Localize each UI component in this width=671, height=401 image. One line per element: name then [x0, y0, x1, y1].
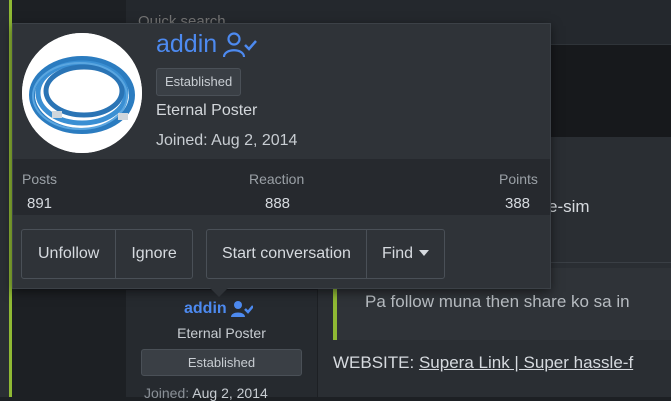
- stat-label-points: Points: [499, 171, 538, 187]
- stats-row: Posts 891 Reaction 888 Points 388: [13, 159, 550, 215]
- sidebar-username-text[interactable]: addin: [184, 300, 227, 318]
- left-edge: [0, 0, 12, 397]
- user-check-icon: [223, 31, 258, 57]
- sidebar-joined-date: Aug 2, 2014: [192, 385, 268, 401]
- tooltip-arrow: [209, 287, 229, 297]
- sidebar-user-badge: Established: [141, 349, 302, 376]
- stat-value-posts[interactable]: 891: [27, 195, 52, 212]
- member-tooltip: addin Established Eternal Poster Joined:…: [12, 23, 551, 289]
- popup-username[interactable]: addin: [156, 30, 258, 59]
- user-check-icon: [230, 301, 253, 317]
- ignore-button[interactable]: Ignore: [116, 230, 191, 278]
- website-link[interactable]: Supera Link | Super hassle-f: [419, 353, 633, 372]
- post-text-fragment: e-sim: [548, 197, 590, 216]
- find-button[interactable]: Find: [367, 230, 444, 278]
- popup-badge: Established: [156, 68, 242, 96]
- cable-avatar-image: [22, 33, 142, 153]
- avatar[interactable]: [22, 33, 142, 153]
- website-line: WEBSITE: Supera Link | Super hassle-f: [333, 353, 633, 373]
- stat-value-reaction[interactable]: 888: [265, 195, 290, 212]
- find-button-label[interactable]: Find: [382, 245, 413, 262]
- sidebar-joined-label: Joined:: [144, 385, 190, 401]
- follow-ignore-group: Unfollow Ignore: [21, 229, 193, 279]
- popup-joined-label: Joined:: [156, 132, 208, 149]
- caret-down-icon: [419, 249, 430, 256]
- stat-value-points[interactable]: 388: [505, 195, 530, 212]
- sidebar-joined: Joined: Aug 2, 2014: [144, 385, 268, 401]
- conversation-find-group: Start conversation Find: [206, 229, 446, 279]
- stat-label-reaction: Reaction: [249, 171, 305, 187]
- sidebar-user-title: Eternal Poster: [177, 325, 266, 341]
- stat-label-posts: Posts: [22, 171, 58, 187]
- popup-joined: Joined: Aug 2, 2014: [156, 132, 297, 150]
- start-conversation-button[interactable]: Start conversation: [207, 230, 367, 278]
- popup-user-title: Eternal Poster: [156, 102, 258, 119]
- sidebar-user-card: addin Eternal Poster Established Joined:…: [126, 290, 317, 401]
- unfollow-button[interactable]: Unfollow: [22, 230, 117, 278]
- quote-text: Pa follow muna then share ko sa in: [365, 292, 630, 311]
- website-label: WEBSITE:: [333, 353, 415, 372]
- sidebar-username[interactable]: addin: [184, 300, 253, 318]
- popup-username-text[interactable]: addin: [156, 30, 217, 59]
- popup-joined-date: Aug 2, 2014: [211, 132, 298, 149]
